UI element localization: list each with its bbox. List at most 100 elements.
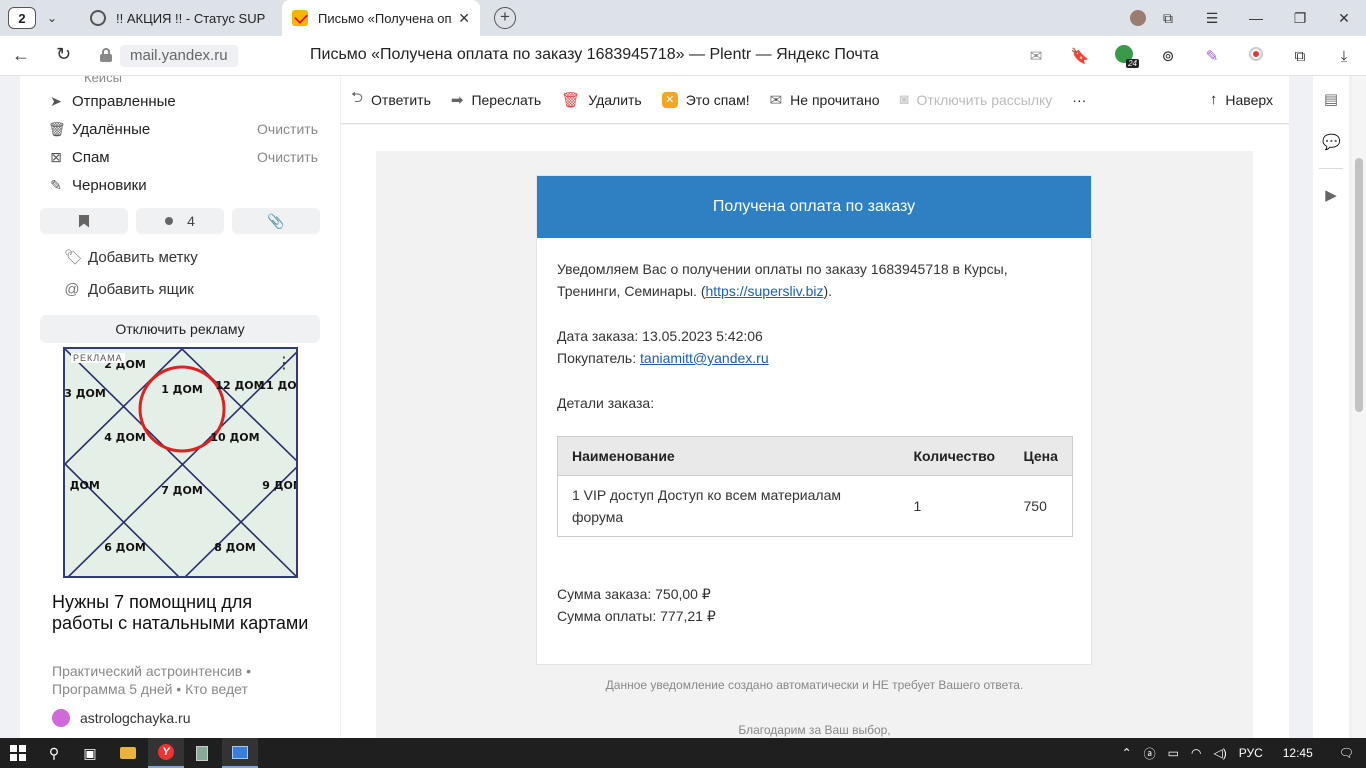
spam-button[interactable]: ✕ Это спам! — [652, 76, 760, 124]
bookmark-icon[interactable]: 🔖 — [1058, 47, 1102, 65]
send-icon: ➤ — [50, 92, 62, 109]
page-title[interactable]: Письмо «Получена оплата по заказу 168394… — [310, 46, 879, 64]
house-10-label: 10 ДОМ — [210, 431, 259, 444]
archive-icon[interactable]: ▤ — [1322, 90, 1340, 108]
tab-akciya[interactable]: !! АКЦИЯ !! - Статус SUPER — [80, 0, 276, 36]
new-tab-button[interactable]: + — [494, 7, 516, 29]
mail-icon[interactable]: ✉ — [1014, 47, 1058, 65]
unread-filter-button[interactable]: 4 — [136, 208, 224, 234]
calculator-button[interactable] — [184, 738, 220, 768]
window-controls: ⧉ ☰ — ❐ ✕ — [1130, 0, 1366, 36]
pen-icon[interactable]: ✎ — [1190, 47, 1234, 65]
more-actions-button[interactable]: ··· — [1062, 76, 1096, 124]
unread-dot-icon — [165, 217, 174, 225]
arrow-up-icon: ↑ — [1209, 91, 1218, 108]
start-button[interactable] — [0, 738, 36, 768]
attachments-filter-button[interactable]: 📎 — [232, 208, 320, 234]
wifi-icon[interactable]: ◠ — [1185, 746, 1207, 760]
notification-body: Уведомляем Вас о получении оплаты по зак… — [537, 238, 1091, 627]
restore-button[interactable]: ❐ — [1278, 0, 1322, 36]
chat-icon[interactable]: 💬 — [1322, 133, 1341, 151]
folder-deleted[interactable]: 🗑 Удалённые Очистить — [48, 117, 318, 141]
explorer-button[interactable] — [110, 738, 146, 768]
close-window-button[interactable]: ✕ — [1322, 0, 1366, 36]
house-3-label: 3 ДОМ — [65, 387, 106, 400]
reply-button[interactable]: ⮌ Ответить — [341, 76, 441, 124]
disable-ads-button[interactable]: Отключить рекламу — [40, 315, 320, 343]
house-9-label: 9 ДОМ — [262, 479, 298, 492]
address-domain[interactable]: mail.yandex.ru — [120, 45, 238, 67]
scroll-up-button[interactable]: ↑ Наверх — [1200, 76, 1289, 124]
order-date-value: 13.05.2023 5:42:06 — [642, 328, 763, 344]
search-icon[interactable]: ⚲ — [36, 738, 72, 768]
task-view-icon[interactable]: ▣ — [72, 738, 108, 768]
volume-icon[interactable]: ◁) — [1207, 746, 1232, 760]
folder-spam[interactable]: ⊠ Спам Очистить — [48, 145, 318, 169]
language-indicator[interactable]: РУС — [1233, 746, 1269, 760]
unread-label: Не прочитано — [790, 91, 880, 108]
buyer-email-link[interactable]: taniamitt@yandex.ru — [640, 350, 769, 366]
lock-icon[interactable] — [100, 48, 112, 62]
tab-close-icon[interactable]: ✕ — [458, 10, 470, 27]
unsubscribe-button[interactable]: ◙ Отключить рассылку — [889, 76, 1062, 124]
profile-avatar[interactable] — [1130, 0, 1146, 36]
page-scrollbar[interactable] — [1352, 76, 1366, 738]
add-label-button[interactable]: 🏷 Добавить метку — [64, 245, 198, 269]
record-icon[interactable] — [1234, 47, 1278, 65]
ime-icon[interactable]: ⓐ — [1138, 745, 1162, 762]
message-view: Получена оплата по заказу Уведомляем Вас… — [341, 125, 1289, 738]
tray-expand-icon[interactable]: ⌃ — [1116, 746, 1138, 760]
rail-divider — [1319, 168, 1343, 169]
ext-24-icon[interactable] — [1102, 45, 1146, 68]
reload-icon[interactable]: ↻ — [56, 44, 71, 65]
folder-sent[interactable]: ➤ Отправленные — [48, 89, 318, 113]
folder-cut-label[interactable]: Кейсы — [84, 76, 122, 85]
clear-deleted-button[interactable]: Очистить — [257, 121, 318, 137]
order-date-label: Дата заказа: — [557, 328, 639, 344]
battery-icon[interactable]: ▭ — [1162, 746, 1185, 760]
ad-domain-link[interactable]: astrologchayka.ru — [52, 709, 191, 727]
app-window-icon — [232, 745, 248, 759]
ext-link-icon[interactable]: ⊚ — [1146, 47, 1190, 65]
order-info: Дата заказа: 13.05.2023 5:42:06 Покупате… — [557, 325, 1071, 369]
notifications-icon[interactable]: 🗨 — [1327, 746, 1366, 760]
auto-notice: Данное уведомление создано автоматически… — [605, 678, 1024, 692]
app-button[interactable] — [222, 738, 258, 768]
scrollbar-thumb[interactable] — [1355, 158, 1363, 412]
folder-drafts[interactable]: ✎ Черновики — [48, 173, 318, 197]
collections-icon[interactable]: ⧉ — [1278, 48, 1322, 65]
ad-description[interactable]: Практический астроинтенсив • Программа 5… — [52, 662, 312, 698]
delete-button[interactable]: 🗑 Удалить — [551, 76, 652, 124]
filter-chips: 4 📎 — [40, 208, 320, 234]
windows-taskbar: ⚲ ▣ Y ⌃ ⓐ ▭ ◠ ◁) РУС 12:45 🗨 — [0, 738, 1366, 768]
paperclip-icon: 📎 — [267, 212, 285, 229]
natal-chart-graphic: 1 ДОМ 2 ДОМ 12 ДОМ 3 ДОМ 4 ДОМ 10 ДОМ 5 … — [65, 349, 298, 576]
ad-headline[interactable]: Нужны 7 помощниц для работы с натальными… — [52, 592, 312, 634]
house-8-label: 8 ДОМ — [214, 541, 256, 554]
video-icon[interactable]: ▶ — [1322, 186, 1340, 204]
clear-spam-button[interactable]: Очистить — [257, 149, 318, 165]
tab-mail-letter[interactable]: Письмо «Получена опл ✕ — [282, 0, 480, 36]
tab-count-badge[interactable]: 2 — [8, 7, 36, 29]
tabs-dropdown-chevron-icon[interactable]: ⌄ — [40, 8, 64, 28]
unsubscribe-label: Отключить рассылку — [916, 91, 1053, 108]
forward-button[interactable]: ➡ Переслать — [441, 76, 551, 124]
menu-icon[interactable]: ☰ — [1190, 0, 1234, 36]
yandex-browser-button[interactable]: Y — [148, 738, 184, 768]
folder-label: Спам — [72, 148, 110, 166]
add-mailbox-button[interactable]: @ Добавить ящик — [64, 277, 194, 301]
download-icon[interactable]: ⤓ — [1322, 48, 1366, 65]
ad-card[interactable]: 1 ДОМ 2 ДОМ 12 ДОМ 3 ДОМ 4 ДОМ 10 ДОМ 5 … — [40, 347, 320, 738]
minimize-button[interactable]: — — [1234, 0, 1278, 36]
mark-unread-button[interactable]: ✉ Не прочитано — [760, 76, 890, 124]
back-arrow-icon[interactable]: ← — [12, 45, 30, 66]
ad-domain-text: astrologchayka.ru — [80, 710, 191, 726]
delete-label: Удалить — [588, 91, 642, 108]
ad-natal-chart-image[interactable]: 1 ДОМ 2 ДОМ 12 ДОМ 3 ДОМ 4 ДОМ 10 ДОМ 5 … — [63, 347, 298, 578]
shop-link[interactable]: https://supersliv.biz — [705, 283, 823, 299]
clock[interactable]: 12:45 — [1269, 746, 1327, 760]
collections-icon[interactable]: ⧉ — [1146, 0, 1190, 36]
important-filter-button[interactable] — [40, 208, 128, 234]
col-price-header: Цена — [1009, 436, 1073, 476]
ad-more-icon[interactable]: ⋮ — [276, 353, 292, 373]
